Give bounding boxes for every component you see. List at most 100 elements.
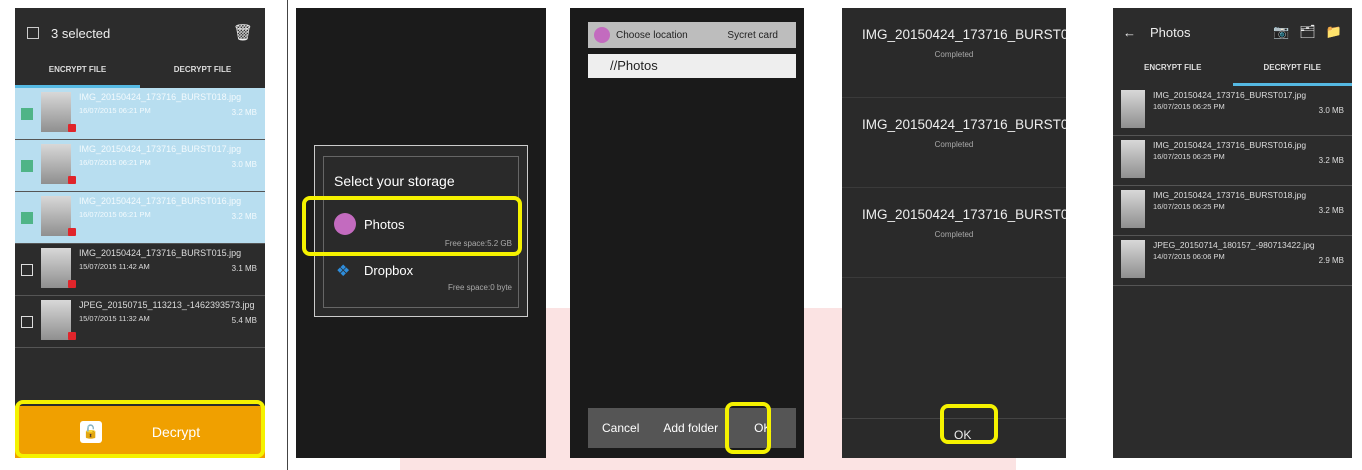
- file-size: 3.0 MB: [231, 160, 257, 169]
- list-item[interactable]: JPEG_20150715_113213_-1462393573.jpg 15/0…: [15, 296, 265, 348]
- highlight-box: [15, 400, 265, 458]
- add-folder-icon[interactable]: 📁: [1326, 24, 1342, 40]
- row-checkbox[interactable]: [21, 212, 33, 224]
- list-item[interactable]: IMG_20150424_173716_BURST016.jpg 16/07/20…: [1113, 136, 1352, 186]
- file-name: JPEG_20150714_180157_-980713422.jpg: [1153, 240, 1315, 250]
- file-thumbnail: [41, 196, 76, 236]
- file-size: 3.2 MB: [1318, 206, 1344, 215]
- completed-list: IMG_20150424_173716_BURST018.jpg Complete…: [842, 8, 1066, 278]
- select-all-checkbox[interactable]: [27, 27, 39, 39]
- image-icon: [594, 27, 610, 43]
- dropbox-space: Free space:0 byte: [447, 283, 512, 292]
- file-thumbnail: [1121, 190, 1145, 228]
- list-item[interactable]: IMG_20150424_173716_BURST017.jpg 16/07/20…: [1113, 86, 1352, 136]
- app-bar: ← Photos 📷 🗂 📁: [1113, 8, 1352, 56]
- divider: [287, 0, 288, 470]
- list-item[interactable]: IMG_20150424_173716_BURST017.jpg 16/07/20…: [15, 140, 265, 192]
- status-text: Completed: [934, 50, 974, 59]
- file-thumbnail: [1121, 240, 1145, 278]
- file-date: 16/07/2015 06:25 PM: [1153, 202, 1225, 211]
- file-date: 14/07/2015 06:06 PM: [1153, 252, 1225, 261]
- camera-icon[interactable]: 📷: [1273, 24, 1289, 40]
- list-item: IMG_20150424_173716_BURST018.jpg Complete…: [842, 8, 1066, 98]
- file-size: 3.2 MB: [231, 108, 257, 117]
- folder-search-icon[interactable]: 🗂: [1299, 24, 1316, 40]
- file-date: 16/07/2015 06:25 PM: [1153, 152, 1225, 161]
- tab-decrypt[interactable]: DECRYPT FILE: [140, 58, 265, 88]
- list-item[interactable]: IMG_20150424_173716_BURST018.jpg 16/07/20…: [1113, 186, 1352, 236]
- file-size: 3.1 MB: [231, 264, 257, 273]
- highlight-box: [302, 196, 522, 256]
- file-name: IMG_20150424_173716_BURST016.jpg: [862, 207, 1066, 222]
- lock-icon: [68, 332, 76, 340]
- file-date: 15/07/2015 11:42 AM: [79, 262, 150, 271]
- add-folder-button[interactable]: Add folder: [663, 421, 718, 435]
- trash-icon[interactable]: 🗑: [233, 23, 253, 43]
- file-thumbnail: [41, 248, 76, 288]
- file-name: IMG_20150424_173716_BURST016.jpg: [1153, 140, 1307, 150]
- cancel-button[interactable]: Cancel: [602, 421, 639, 435]
- list-item[interactable]: IMG_20150424_173716_BURST015.jpg 15/07/20…: [15, 244, 265, 296]
- list-item[interactable]: JPEG_20150714_180157_-980713422.jpg 14/07…: [1113, 236, 1352, 286]
- file-name: IMG_20150424_173716_BURST016.jpg: [79, 196, 242, 206]
- screen-photos: ← Photos 📷 🗂 📁 ENCRYPT FILE DECRYPT FILE…: [1113, 8, 1352, 458]
- selection-bar: 3 selected 🗑: [15, 8, 265, 58]
- file-date: 16/07/2015 06:25 PM: [1153, 102, 1225, 111]
- file-thumbnail: [1121, 90, 1145, 128]
- sycret-card-label[interactable]: Sycret card: [727, 30, 778, 41]
- row-checkbox[interactable]: [21, 264, 33, 276]
- highlight-box: [725, 402, 771, 454]
- file-list: IMG_20150424_173716_BURST017.jpg 16/07/20…: [1113, 86, 1352, 286]
- back-arrow-icon[interactable]: ←: [1123, 25, 1136, 40]
- file-size: 5.4 MB: [231, 316, 257, 325]
- file-name: IMG_20150424_173716_BURST015.jpg: [79, 248, 242, 258]
- tabs: ENCRYPT FILE DECRYPT FILE: [15, 58, 265, 88]
- row-checkbox[interactable]: [21, 160, 33, 172]
- storage-option-dropbox[interactable]: ❖ Dropbox Free space:0 byte: [324, 251, 518, 301]
- file-date: 16/07/2015 06:21 PM: [79, 158, 151, 167]
- tab-encrypt[interactable]: ENCRYPT FILE: [1113, 56, 1233, 86]
- selected-count: 3 selected: [51, 25, 111, 41]
- file-name: IMG_20150424_173716_BURST018.jpg: [862, 27, 1066, 42]
- status-text: Completed: [934, 140, 974, 149]
- tab-encrypt[interactable]: ENCRYPT FILE: [15, 58, 140, 88]
- file-thumbnail: [41, 92, 76, 132]
- path-row[interactable]: //Photos: [588, 54, 796, 78]
- list-item: IMG_20150424_173716_BURST016.jpg Complete…: [842, 188, 1066, 278]
- file-size: 3.0 MB: [1318, 106, 1344, 115]
- choose-location-label: Choose location: [616, 29, 688, 41]
- status-text: Completed: [934, 230, 974, 239]
- lock-icon: [68, 124, 76, 132]
- highlight-box: [940, 404, 998, 444]
- file-date: 16/07/2015 06:21 PM: [79, 210, 151, 219]
- screen-completed: IMG_20150424_173716_BURST018.jpg Complete…: [842, 8, 1066, 458]
- screen-encrypt-list: 3 selected 🗑 ENCRYPT FILE DECRYPT FILE I…: [15, 8, 265, 458]
- file-size: 3.2 MB: [231, 212, 257, 221]
- page-title: Photos: [1150, 24, 1191, 40]
- lock-icon: [68, 228, 76, 236]
- file-name: IMG_20150424_173716_BURST018.jpg: [79, 92, 242, 102]
- file-date: 15/07/2015 11:32 AM: [79, 314, 150, 323]
- screen-choose-location: Choose location Sycret card //Photos Can…: [570, 8, 804, 458]
- file-size: 3.2 MB: [1318, 156, 1344, 165]
- lock-icon: [68, 280, 76, 288]
- list-item[interactable]: IMG_20150424_173716_BURST018.jpg 16/07/20…: [15, 88, 265, 140]
- dialog-title: Select your storage: [334, 173, 455, 189]
- dropbox-icon: ❖: [336, 263, 351, 280]
- lock-icon: [68, 176, 76, 184]
- file-name: IMG_20150424_173716_BURST018.jpg: [1153, 190, 1307, 200]
- file-name: IMG_20150424_173716_BURST017.jpg: [79, 144, 242, 154]
- tabs: ENCRYPT FILE DECRYPT FILE: [1113, 56, 1352, 86]
- row-checkbox[interactable]: [21, 316, 33, 328]
- tab-decrypt[interactable]: DECRYPT FILE: [1232, 56, 1352, 86]
- screen-storage: Select your storage Photos Free space:5.…: [296, 8, 546, 458]
- list-item[interactable]: IMG_20150424_173716_BURST016.jpg 16/07/20…: [15, 192, 265, 244]
- file-name: IMG_20150424_173716_BURST017.jpg: [1153, 90, 1307, 100]
- list-item: IMG_20150424_173716_BURST017.jpg Complete…: [842, 98, 1066, 188]
- dropbox-label: Dropbox: [364, 263, 414, 278]
- file-thumbnail: [1121, 140, 1145, 178]
- file-size: 2.9 MB: [1318, 256, 1344, 265]
- file-thumbnail: [41, 144, 76, 184]
- row-checkbox[interactable]: [21, 108, 33, 120]
- file-name: IMG_20150424_173716_BURST017.jpg: [862, 117, 1066, 132]
